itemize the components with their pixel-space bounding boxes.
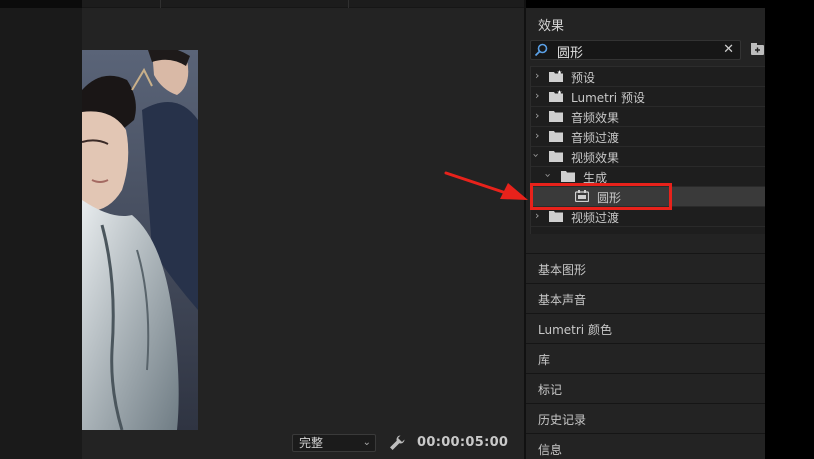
panel-info[interactable]: 信息 <box>526 433 765 459</box>
panel-libraries[interactable]: 库 <box>526 343 765 372</box>
annotation-arrow-icon <box>444 171 528 200</box>
section-label: 基本声音 <box>538 293 587 307</box>
left-panel-strip <box>0 0 82 459</box>
chevron-down-icon[interactable]: › <box>542 173 555 177</box>
chevron-right-icon[interactable]: › <box>535 129 539 142</box>
tree-item-label: 音频过渡 <box>571 131 620 145</box>
window-right-edge <box>765 0 814 459</box>
left-panel-header <box>0 0 82 8</box>
panel-essential-graphics[interactable]: 基本图形 <box>526 253 765 282</box>
chevron-right-icon[interactable]: › <box>535 109 539 122</box>
tree-item-label: 圆形 <box>597 191 622 205</box>
tree-item-lumetri-presets[interactable]: › Lumetri 预设 <box>531 87 766 107</box>
tree-item-audio-transitions[interactable]: › 音频过渡 <box>531 127 766 147</box>
video-preview-frame[interactable] <box>82 50 198 430</box>
program-monitor: 完整 ⌄ 00:00:05:00 <box>82 0 524 459</box>
clear-search-icon[interactable]: ✕ <box>723 42 734 57</box>
chevron-right-icon[interactable]: › <box>535 89 539 102</box>
panel-markers[interactable]: 标记 <box>526 373 765 402</box>
panel-essential-sound[interactable]: 基本声音 <box>526 283 765 312</box>
section-label: 基本图形 <box>538 263 587 277</box>
effect-icon <box>575 190 589 202</box>
tree-item-video-effects[interactable]: › 视频效果 <box>530 147 766 167</box>
tree-item-generate[interactable]: › 生成 <box>531 167 766 187</box>
tree-item-label: Lumetri 预设 <box>571 91 645 105</box>
new-custom-bin-icon[interactable] <box>750 42 766 56</box>
video-frame-image <box>82 50 198 430</box>
wrench-icon[interactable] <box>388 434 406 452</box>
chevron-right-icon[interactable]: › <box>535 69 539 82</box>
panel-history[interactable]: 历史记录 <box>526 403 765 432</box>
playback-resolution-select[interactable]: 完整 ⌄ <box>292 434 376 452</box>
section-label: Lumetri 颜色 <box>538 323 612 337</box>
section-label: 信息 <box>538 443 563 457</box>
effects-tree: › 预设 › Lumetri 预设 › 音频效果 › 音频过渡 › 视频效果 ›… <box>530 66 766 234</box>
tree-item-label: 视频过渡 <box>571 211 620 225</box>
section-label: 库 <box>538 353 551 367</box>
tree-item-audio-effects[interactable]: › 音频效果 <box>531 107 766 127</box>
chevron-down-icon[interactable]: › <box>530 153 543 157</box>
panel-lumetri-color[interactable]: Lumetri 颜色 <box>526 313 765 342</box>
playback-resolution-value: 完整 <box>299 436 324 450</box>
section-label: 标记 <box>538 383 563 397</box>
tree-item-label: 生成 <box>583 171 608 185</box>
preset-folder-icon <box>549 70 563 82</box>
chevron-down-icon: ⌄ <box>362 437 371 448</box>
tree-item-presets[interactable]: › 预设 <box>531 67 766 87</box>
effects-panel-title[interactable]: 效果 <box>538 15 564 34</box>
chevron-right-icon[interactable]: › <box>535 209 539 222</box>
search-icon <box>534 43 548 57</box>
monitor-controls: 完整 ⌄ 00:00:05:00 <box>82 430 524 459</box>
tree-item-label: 预设 <box>571 71 596 85</box>
effects-panel: 效果 圆形 ✕ › 预设 › Lumetri 预设 › 音频效果 › 音频过渡 … <box>526 8 766 459</box>
effects-search-input[interactable]: 圆形 ✕ <box>530 40 741 61</box>
tree-item-label: 音频效果 <box>571 111 620 125</box>
folder-icon <box>549 211 563 222</box>
duration-timecode: 00:00:05:00 <box>417 435 509 450</box>
search-query-text: 圆形 <box>557 46 584 61</box>
monitor-tab-bar <box>82 0 524 8</box>
section-label: 历史记录 <box>538 413 587 427</box>
folder-icon <box>561 171 575 182</box>
preset-folder-icon <box>549 90 563 102</box>
folder-icon <box>549 151 563 162</box>
tree-item-circle-effect[interactable]: 圆形 <box>531 187 766 207</box>
folder-icon <box>549 131 563 142</box>
folder-icon <box>549 111 563 122</box>
tree-item-video-transitions[interactable]: › 视频过渡 <box>531 207 766 227</box>
tree-item-label: 视频效果 <box>571 151 620 165</box>
